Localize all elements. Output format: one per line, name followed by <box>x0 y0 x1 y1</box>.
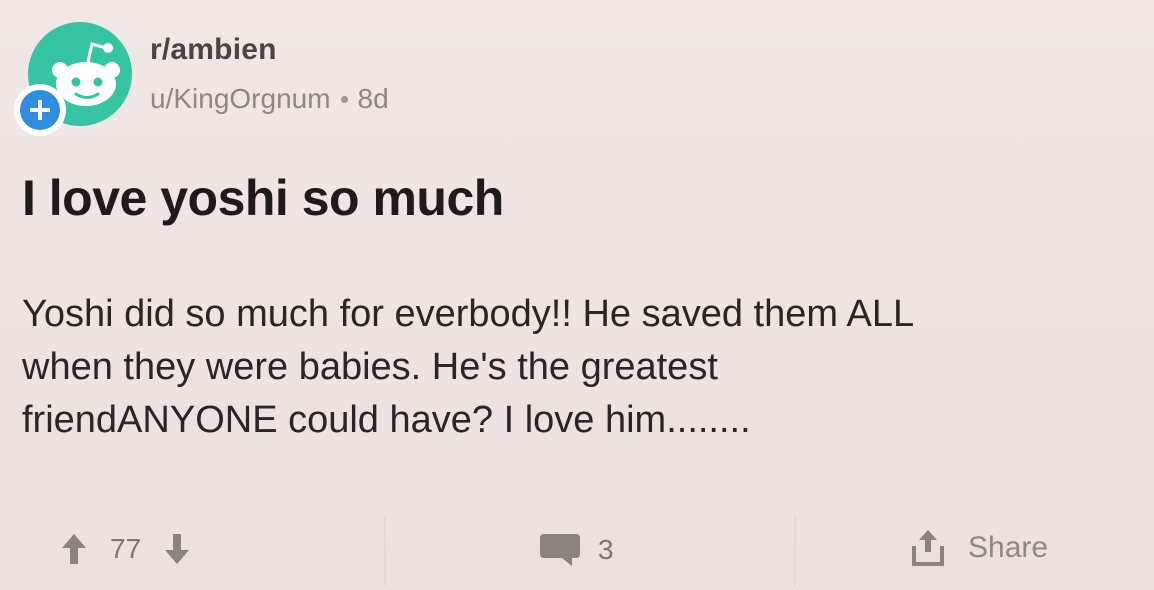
join-badge[interactable] <box>14 84 66 136</box>
post-card: r/ambien u/KingOrgnum 8d I love yoshi so… <box>0 0 1154 590</box>
arrow-up-icon[interactable] <box>60 532 88 566</box>
subreddit-name[interactable]: r/ambien <box>150 32 389 68</box>
post-body-line: Yoshi did so much for everbody!! He save… <box>22 293 915 335</box>
byline: u/KingOrgnum 8d <box>150 82 389 116</box>
share-button[interactable]: Share <box>910 528 1048 568</box>
author-name[interactable]: u/KingOrgnum <box>150 82 331 116</box>
post-title[interactable]: I love yoshi so much <box>22 168 504 228</box>
post-body-line: when they were babies. He's the greatest <box>22 346 718 388</box>
join-badge-inner <box>20 90 60 130</box>
separator-dot <box>340 95 348 103</box>
vote-control: 77 <box>60 532 191 566</box>
avatar-group[interactable] <box>14 22 134 136</box>
vote-count: 77 <box>110 533 142 564</box>
speech-bubble-icon <box>538 532 582 568</box>
post-body-line: friendANYONE could have? I love him.....… <box>22 399 751 441</box>
post-age: 8d <box>357 83 389 114</box>
action-divider <box>794 516 796 586</box>
arrow-down-icon[interactable] <box>163 532 191 566</box>
comments-button[interactable]: 3 <box>538 532 614 568</box>
post-body: Yoshi did so much for everbody!! He save… <box>22 288 1147 447</box>
plus-icon <box>27 97 53 123</box>
share-label: Share <box>968 531 1049 564</box>
action-divider <box>384 516 386 586</box>
post-actions-bar: 77 3 Share <box>0 512 1154 590</box>
post-meta: r/ambien u/KingOrgnum 8d <box>150 32 389 116</box>
share-icon <box>910 528 946 568</box>
post-header: r/ambien u/KingOrgnum 8d <box>14 22 389 136</box>
comment-count: 3 <box>598 534 614 565</box>
